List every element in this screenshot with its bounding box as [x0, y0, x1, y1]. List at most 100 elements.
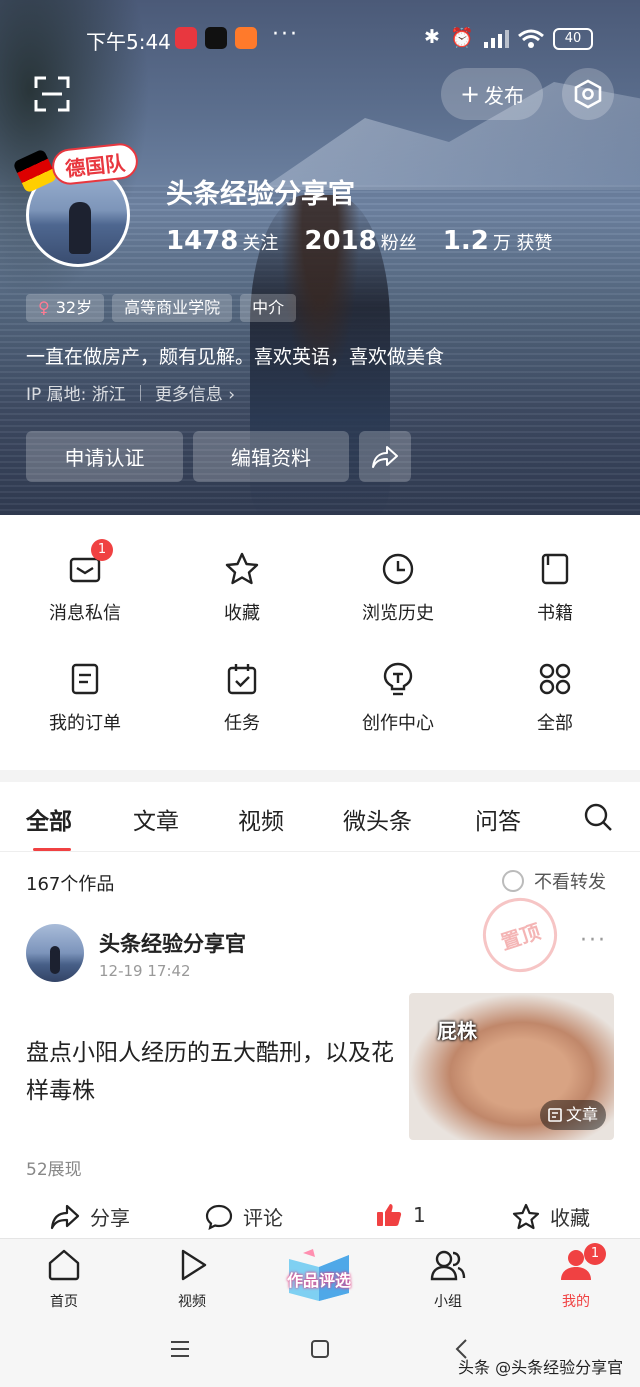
comment-button[interactable]: 评论 [205, 1202, 283, 1231]
status-more-icon: ··· [272, 22, 299, 47]
tab-qa[interactable]: 问答 [475, 802, 521, 836]
profile-header: 下午5:44 ··· ✱ ⏰ 40 + 发布 德国队 头条经验分享官 1478 … [0, 0, 640, 515]
star-icon [225, 552, 259, 585]
profile-stats: 1478 关注 2018 粉丝 1.2 万 获赞 [166, 226, 579, 256]
post-author-name[interactable]: 头条经验分享官 [99, 928, 246, 958]
nav-video[interactable]: 视频 [152, 1247, 232, 1311]
followers-stat[interactable]: 2018 粉丝 [304, 226, 416, 256]
lightbulb-icon [383, 662, 413, 696]
works-count: 167个作品 [26, 874, 115, 895]
play-icon [181, 1249, 207, 1281]
nav-groups[interactable]: 小组 [408, 1247, 488, 1311]
edit-profile-button[interactable]: 编辑资料 [193, 431, 349, 482]
tab-all[interactable]: 全部 [26, 802, 72, 836]
pinned-stamp: 置顶 [473, 888, 567, 982]
tab-micro-posts[interactable]: 微头条 [343, 802, 412, 836]
clock-icon [382, 553, 414, 585]
wifi-icon [518, 29, 544, 48]
search-icon[interactable] [583, 802, 613, 832]
post-thumbnail[interactable]: 屁株 文章 [409, 993, 614, 1140]
home-icon [48, 1249, 80, 1281]
post-actions: 分享 评论 1 收藏 [0, 1196, 640, 1238]
share-arrow-icon [372, 445, 398, 468]
nav-mine[interactable]: 1 我的 [536, 1243, 616, 1311]
grid-item-creator-center[interactable]: 创作中心 [318, 661, 478, 735]
post-views: 52展现 [26, 1160, 82, 1180]
following-stat[interactable]: 1478 关注 [166, 226, 278, 256]
article-icon [548, 1108, 562, 1122]
more-info-link[interactable]: 更多信息 › [155, 380, 235, 405]
comment-icon [205, 1204, 233, 1230]
tag-age: ♀ 32岁 [26, 294, 105, 322]
bluetooth-icon: ✱ [424, 26, 440, 48]
calendar-check-icon [227, 664, 257, 695]
hide-reposts-toggle[interactable]: 不看转发 [502, 868, 606, 894]
favorite-button[interactable]: 收藏 [512, 1202, 590, 1231]
germany-flag-icon [12, 148, 58, 194]
star-outline-icon [512, 1203, 540, 1229]
badge-text: 德国队 [50, 141, 140, 187]
shop-app-icon [235, 27, 257, 49]
tag-school: 高等商业学院 [112, 294, 233, 322]
order-icon [71, 663, 99, 695]
mine-badge: 1 [584, 1243, 606, 1265]
thumbnail-caption: 屁株 [437, 1019, 477, 1043]
profile-tags: ♀ 32岁 高等商业学院 中介 [26, 294, 297, 322]
nav-featured-contest[interactable]: 作品评选 [283, 1247, 355, 1305]
thumbs-up-icon [377, 1204, 402, 1226]
grid-item-books[interactable]: 书籍 [475, 551, 635, 625]
message-badge: 1 [91, 539, 113, 561]
grid-item-orders[interactable]: 我的订单 [5, 661, 165, 735]
share-button[interactable]: 分享 [50, 1202, 130, 1231]
country-team-badge: 德国队 [12, 140, 146, 194]
post-author-avatar[interactable] [26, 924, 84, 982]
alarm-icon: ⏰ [450, 27, 474, 49]
more-options-icon[interactable]: ··· [580, 928, 607, 953]
group-icon [430, 1250, 466, 1281]
grid-item-history[interactable]: 浏览历史 [318, 551, 478, 625]
status-time: 下午5:44 [86, 30, 171, 54]
notification-app-icon [175, 27, 197, 49]
book-icon [541, 553, 569, 585]
signal-icon [484, 30, 509, 48]
tab-videos[interactable]: 视频 [238, 802, 284, 836]
tab-articles[interactable]: 文章 [133, 802, 179, 836]
grid-item-all[interactable]: 全部 [475, 661, 635, 735]
grid-icon [539, 663, 571, 695]
function-grid: 1 消息私信 收藏 浏览历史 书籍 我的订单 任务 创作中心 全部 [0, 515, 640, 770]
like-button[interactable]: 1 [375, 1202, 426, 1228]
status-bar: 下午5:44 ··· ✱ ⏰ 40 [0, 22, 640, 58]
post-timestamp: 12-19 17:42 [99, 962, 191, 980]
menu-icon[interactable] [170, 1340, 190, 1358]
grid-item-tasks[interactable]: 任务 [162, 661, 322, 735]
share-icon [50, 1204, 80, 1229]
settings-button[interactable] [562, 68, 614, 120]
plus-icon: + [459, 80, 481, 108]
profile-bio: 一直在做房产，颇有见解。喜欢英语，喜欢做美食 [26, 346, 445, 368]
content-tabs: 全部 文章 视频 微头条 问答 [0, 782, 640, 852]
grid-item-favorites[interactable]: 收藏 [162, 551, 322, 625]
tiktok-icon [205, 27, 227, 49]
divider [139, 384, 141, 401]
username: 头条经验分享官 [166, 179, 355, 210]
battery-indicator: 40 [553, 28, 593, 50]
active-tab-indicator [33, 848, 71, 851]
section-divider [0, 770, 640, 782]
bottom-navigation: 首页 视频 作品评选 小组 1 我的 [0, 1238, 640, 1310]
publish-label: 发布 [484, 83, 525, 108]
ip-location: IP 属地: 浙江 [26, 385, 126, 405]
radio-icon [502, 870, 524, 892]
home-square-icon[interactable] [310, 1339, 330, 1359]
likes-stat[interactable]: 1.2 万 获赞 [443, 226, 553, 256]
publish-button[interactable]: + 发布 [441, 68, 543, 120]
nav-home[interactable]: 首页 [24, 1247, 104, 1311]
grid-item-messages[interactable]: 1 消息私信 [5, 539, 165, 625]
watermark: 头条 @头条经验分享官 [458, 1358, 624, 1377]
settings-hexagon-icon [574, 79, 602, 109]
scan-icon[interactable] [34, 76, 70, 112]
article-type-badge: 文章 [540, 1100, 607, 1130]
apply-certification-button[interactable]: 申请认证 [26, 431, 183, 482]
tag-occupation: 中介 [240, 294, 297, 322]
post-title[interactable]: 盘点小阳人经历的五大酷刑，以及花样毒株 [26, 1034, 396, 1110]
share-profile-button[interactable] [359, 431, 411, 482]
